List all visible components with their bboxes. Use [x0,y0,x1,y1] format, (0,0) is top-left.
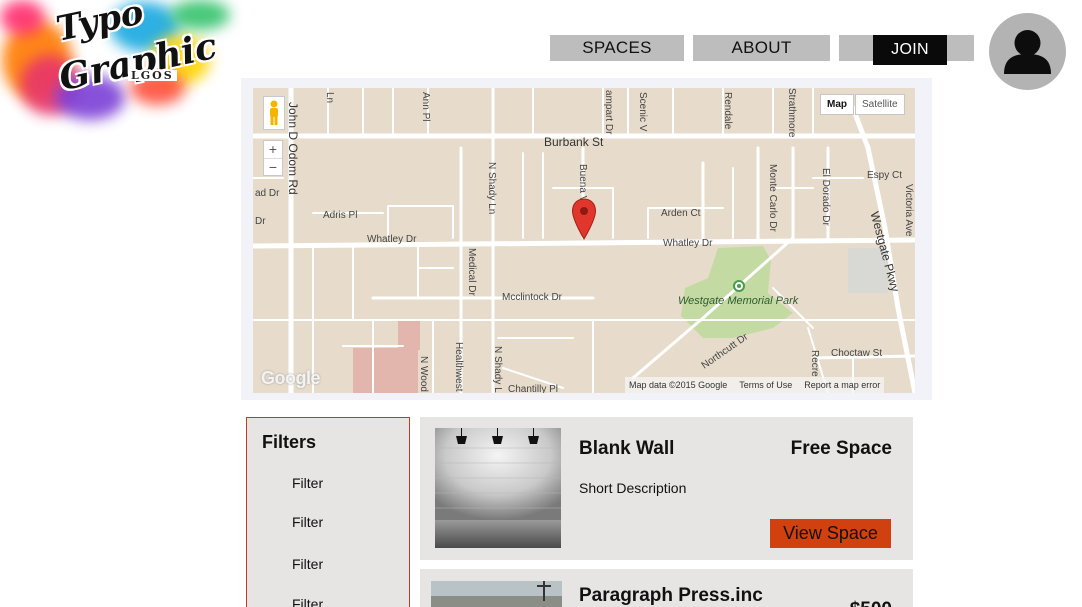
user-icon [1004,30,1051,74]
street-label: Whatley Dr [367,234,417,245]
street-label: Victoria Ave [903,184,914,237]
street-label: N Shady Ln [486,162,497,215]
street-label: Chantilly Pl [508,384,559,393]
street-label: Arden Ct [661,208,701,219]
street-label: Strathmore [786,88,797,138]
filters-panel: Filters Filter Filter Filter Filter [246,417,410,607]
nav-spaces-button[interactable]: SPACES [550,35,684,61]
pegman-icon [270,100,278,125]
site-logo[interactable]: Typo Graphic LGOS [0,0,235,120]
filter-item[interactable]: Filter [292,514,323,530]
street-label: Scenic V [637,92,648,132]
street-label: Whatley Dr [663,238,713,249]
street-label: Adris Pl [323,210,358,221]
zoom-control: + − [263,140,283,176]
listing-description: Short Description [579,480,687,496]
street-label: Rendale [722,92,733,130]
nav-join-button[interactable]: JOIN [873,35,947,65]
user-avatar[interactable] [989,13,1066,90]
listing-price: Free Space [790,438,892,459]
street-label: Dr [255,216,266,227]
map-type-satellite-button[interactable]: Satellite [855,94,905,115]
view-space-button[interactable]: View Space [770,519,891,548]
street-label: Mcclintock Dr [502,292,563,303]
map-pin[interactable] [571,198,597,240]
zoom-out-button[interactable]: − [264,158,282,175]
map-attribution: Map data ©2015 Google [629,380,728,390]
map-block [353,348,418,393]
listing-card: Blank Wall Free Space Short Description … [420,417,913,560]
pegman-button[interactable] [263,96,285,130]
logo-line-3: LGOS [128,70,177,81]
street-label: ad Dr [255,188,280,199]
listing-title[interactable]: Paragraph Press.inc [579,585,763,607]
map-type-map-button[interactable]: Map [820,94,854,115]
nav-join-container: JOIN [839,35,974,65]
street-label: Espy Ct [867,170,903,181]
street-label: Burbank St [544,135,604,149]
filter-item[interactable]: Filter [292,556,323,572]
filter-item[interactable]: Filter [292,475,323,491]
street-label: Recre [809,350,820,377]
park-label: Westgate Memorial Park [678,295,799,307]
street-label: Monte Carlo Dr [767,164,778,232]
street-label: Choctaw St [831,348,883,359]
street-label: Healthwest [453,342,464,392]
listing-image[interactable] [431,581,562,607]
nav-about-button[interactable]: ABOUT [693,35,830,61]
street-label: Ann Pl [420,92,431,122]
street-label: ampart Dr [603,90,614,135]
map-terms-link[interactable]: Terms of Use [739,380,792,390]
map-roads [253,88,915,393]
street-label: El Dorado Dr [820,168,831,226]
paragraph-press-image [431,581,562,607]
map-pin-icon [571,198,597,240]
blank-wall-image [435,428,561,548]
street-label: Medical Dr [466,248,477,296]
google-logo: Google [261,368,321,388]
map-attribution-bar: Map data ©2015 Google Terms of Use Repor… [625,377,885,393]
map-report-link[interactable]: Report a map error [804,380,880,390]
listing-image[interactable] [435,428,561,548]
street-label: Ln [324,92,335,104]
park-marker-dot [737,284,741,288]
filter-item[interactable]: Filter [292,596,323,607]
street-label: N Wood [418,356,429,392]
listing-price: $500 [850,599,892,607]
street-label: John D Odom Rd [286,102,300,195]
street-label: N Shady Ln [492,346,503,393]
zoom-in-button[interactable]: + [264,141,282,158]
filters-title: Filters [262,432,317,452]
map-view[interactable]: Burbank St Whatley Dr Whatley Dr Mcclint… [253,88,915,393]
listing-title[interactable]: Blank Wall [579,438,674,460]
listing-card: Paragraph Press.inc $500 [420,569,913,607]
